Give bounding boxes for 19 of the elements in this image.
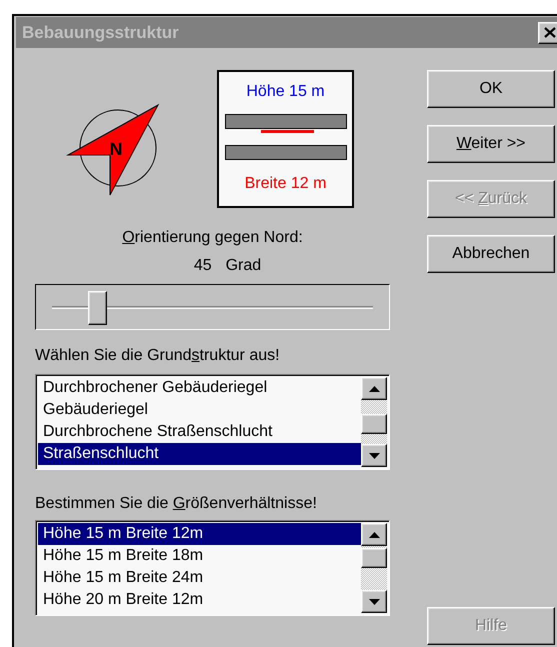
list-item[interactable]: Höhe 15 m Breite 12m (38, 523, 361, 545)
list-item[interactable]: Höhe 20 m Breite 12m (38, 589, 361, 611)
list-item[interactable]: Straßenschlucht (38, 443, 361, 465)
list-item[interactable]: Höhe 15 m Breite 18m (38, 545, 361, 567)
list-item[interactable]: Gebäuderiegel (38, 399, 361, 421)
orientation-label: Orientierung gegen Nord: (122, 228, 303, 248)
structure-label: Wählen Sie die Grundstruktur aus! (35, 346, 281, 366)
proportions-label: Bestimmen Sie die Größenverhältnisse! (35, 494, 318, 514)
dialog-button[interactable]: Weiter >> (427, 125, 555, 163)
dialog-button[interactable]: OK (427, 70, 555, 108)
unit-label: Grad (226, 256, 262, 276)
orientation-value: 45 (194, 256, 212, 276)
height-label: Höhe 15 m (246, 82, 325, 102)
list-item[interactable]: Höhe 15 m Breite 24m (38, 567, 361, 589)
window-title: Bebauungsstruktur (22, 22, 179, 44)
width-label: Breite 12 m (244, 174, 326, 194)
dialog-button[interactable]: Abbrechen (427, 235, 555, 273)
list-item[interactable]: Durchbrochene Straßenschlucht (38, 421, 361, 443)
list-item[interactable]: Durchbrochener Gebäuderiegel (38, 377, 361, 399)
